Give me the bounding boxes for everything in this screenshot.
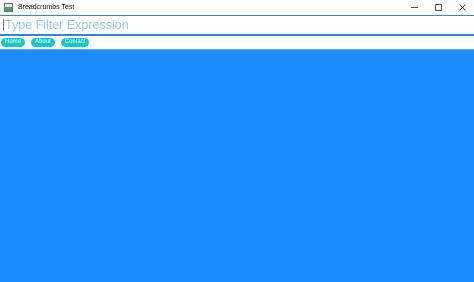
maximize-icon (434, 4, 442, 11)
breadcrumb-bar: Home About Contact (0, 36, 474, 50)
minimize-button[interactable] (402, 0, 426, 15)
filter-expression-input[interactable] (0, 16, 470, 34)
breadcrumb: Home About Contact (1, 38, 95, 47)
content-area (0, 50, 474, 282)
filter-bar (0, 15, 474, 36)
maximize-button[interactable] (426, 0, 450, 15)
app-window-icon (4, 3, 13, 12)
minimize-icon (410, 7, 418, 8)
close-button[interactable] (450, 0, 474, 15)
breadcrumb-contact[interactable]: Contact (60, 38, 90, 47)
close-icon (458, 4, 466, 11)
app-window: Breadcrumbs Test Type Filter Expression … (0, 0, 474, 282)
breadcrumb-about[interactable]: About (31, 38, 55, 47)
breadcrumb-home[interactable]: Home (1, 38, 26, 47)
window-title: Breadcrumbs Test (18, 4, 75, 11)
window-controls (402, 0, 474, 15)
title-bar[interactable]: Breadcrumbs Test (0, 0, 474, 15)
